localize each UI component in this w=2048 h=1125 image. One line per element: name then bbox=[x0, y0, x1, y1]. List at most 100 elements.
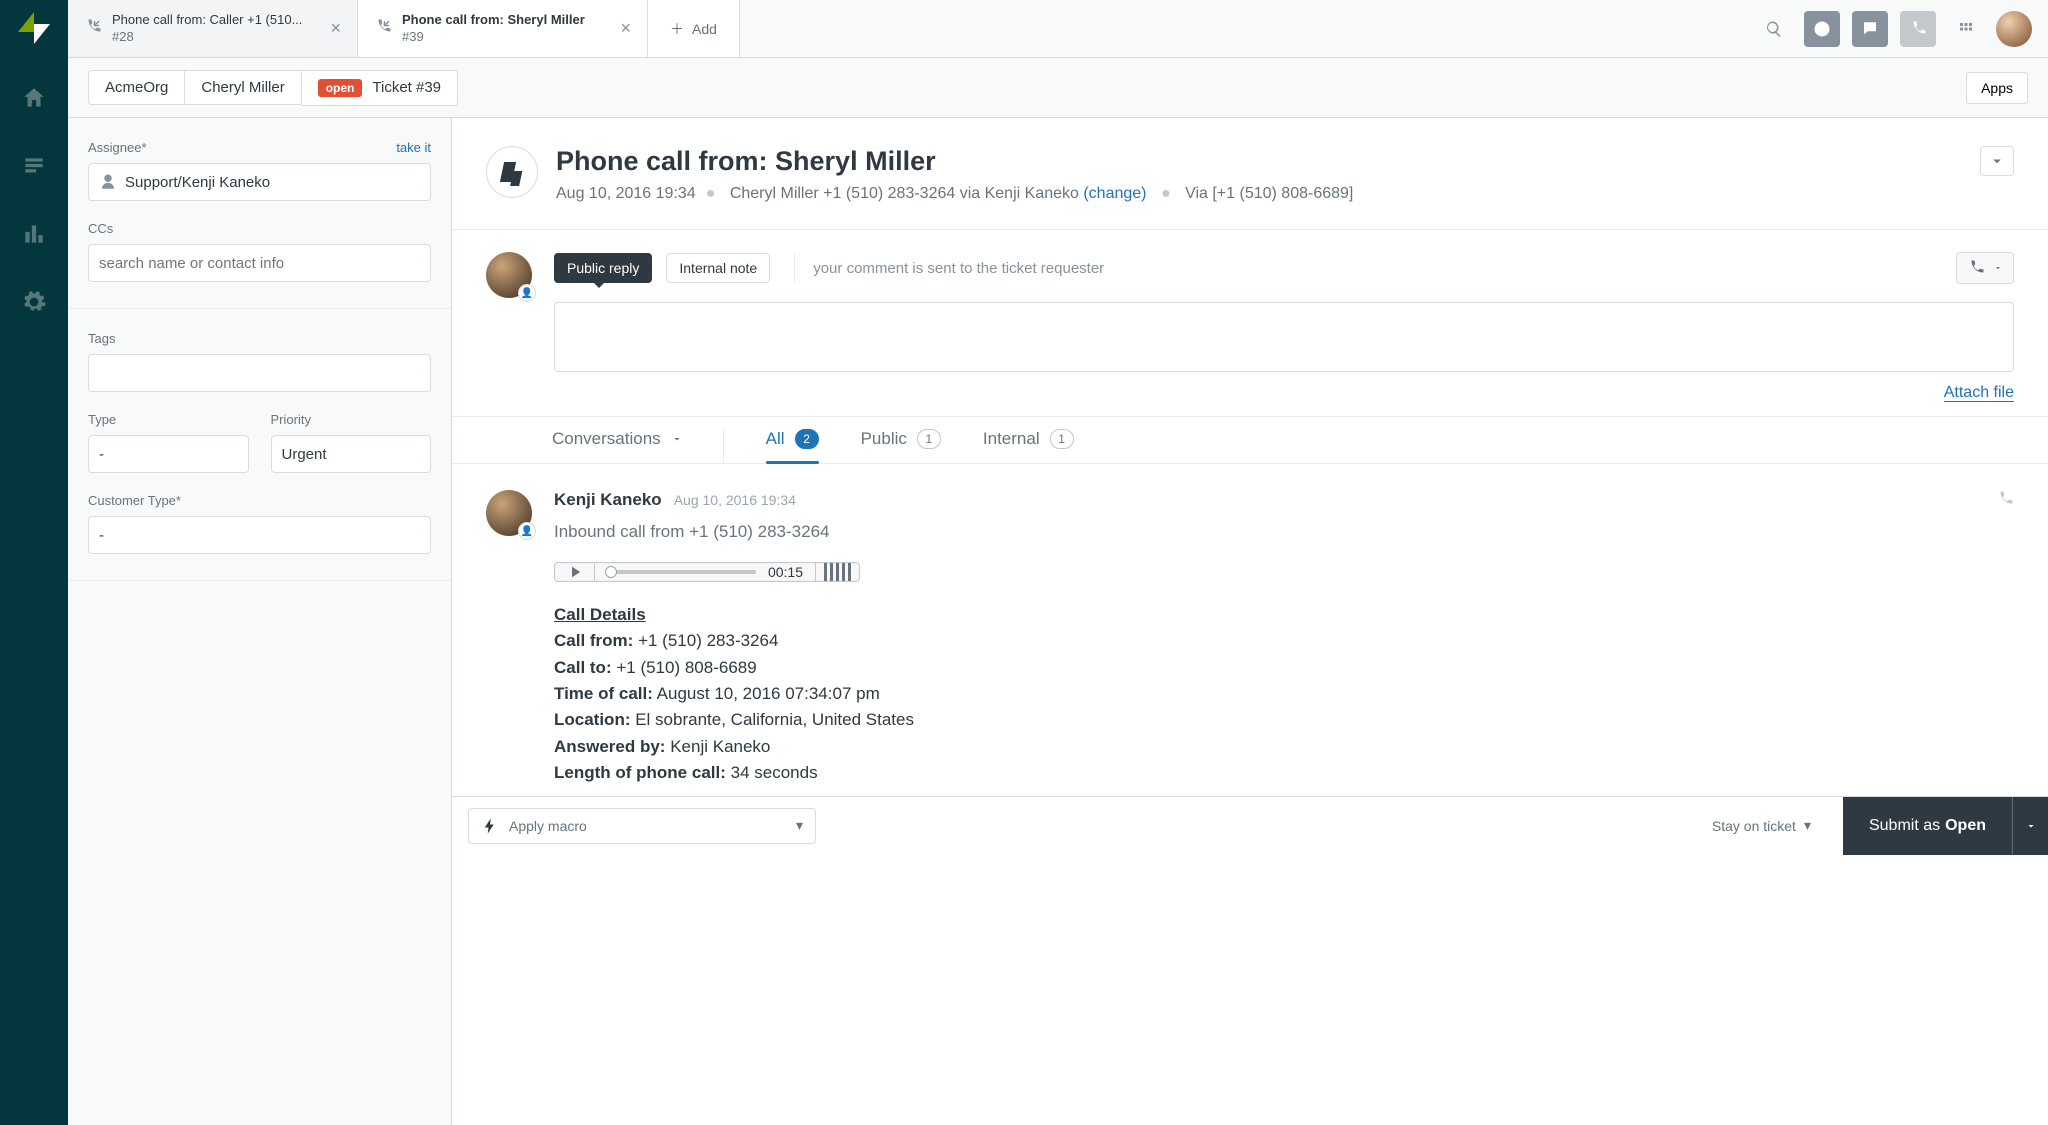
apply-macro-button[interactable]: Apply macro ▾ bbox=[468, 808, 816, 844]
plus-icon: ＋ bbox=[670, 19, 684, 39]
status-badge: open bbox=[318, 79, 363, 97]
bar-chart-icon bbox=[21, 221, 47, 247]
take-it-link[interactable]: take it bbox=[396, 140, 431, 155]
compose-area: 👤 Public reply Internal note your commen… bbox=[452, 230, 2048, 417]
chevron-down-icon bbox=[1988, 152, 2006, 170]
count-badge: 2 bbox=[795, 429, 819, 449]
list-icon bbox=[21, 153, 47, 179]
assignee-field[interactable]: Support/Kenji Kaneko bbox=[88, 163, 431, 201]
breadcrumb: AcmeOrg Cheryl Miller open Ticket #39 bbox=[88, 70, 458, 106]
add-tab-label: Add bbox=[692, 21, 717, 37]
close-icon[interactable]: × bbox=[330, 18, 341, 39]
gear-icon bbox=[21, 289, 47, 315]
submit-button[interactable]: Submit as Open bbox=[1843, 797, 2048, 855]
close-icon[interactable]: × bbox=[620, 18, 631, 39]
compose-hint: your comment is sent to the ticket reque… bbox=[794, 253, 1104, 283]
phone-button bbox=[1900, 11, 1936, 47]
public-reply-tab[interactable]: Public reply bbox=[554, 253, 652, 283]
tags-label: Tags bbox=[88, 331, 115, 346]
stay-on-ticket-button[interactable]: Stay on ticket ▾ bbox=[1712, 817, 1825, 834]
volume-button[interactable] bbox=[815, 563, 859, 581]
incoming-call-icon bbox=[374, 18, 392, 39]
brand-logo bbox=[18, 12, 50, 44]
filter-internal[interactable]: Internal 1 bbox=[983, 429, 1074, 463]
crumb-org[interactable]: AcmeOrg bbox=[88, 70, 185, 105]
crumb-customer[interactable]: Cheryl Miller bbox=[185, 70, 301, 105]
clock-icon bbox=[1813, 20, 1831, 38]
internal-note-tab[interactable]: Internal note bbox=[666, 253, 770, 283]
home-icon bbox=[21, 85, 47, 111]
ticket-options-button[interactable] bbox=[1980, 146, 2014, 176]
tab-text: Phone call from: Caller +1 (510... #28 bbox=[112, 12, 320, 45]
conversation-entry: 👤 Kenji Kaneko Aug 10, 2016 19:34 Inboun… bbox=[486, 490, 2014, 786]
phone-icon bbox=[1967, 259, 1985, 277]
grid-icon bbox=[1957, 20, 1975, 38]
type-label: Type bbox=[88, 412, 116, 427]
ccs-input[interactable] bbox=[99, 245, 420, 281]
add-tab[interactable]: ＋ Add bbox=[648, 0, 740, 57]
nav-rail bbox=[0, 0, 68, 1125]
nav-views[interactable] bbox=[14, 146, 54, 186]
conversations-dropdown[interactable]: Conversations bbox=[552, 429, 724, 463]
audio-duration: 00:15 bbox=[768, 564, 803, 580]
ticket-header: Phone call from: Sheryl Miller Aug 10, 2… bbox=[452, 118, 2048, 230]
call-details: Call Details Call from: +1 (510) 283-326… bbox=[554, 602, 1964, 786]
search-button[interactable] bbox=[1756, 11, 1792, 47]
entry-author: Kenji Kaneko bbox=[554, 490, 662, 510]
play-button[interactable] bbox=[555, 563, 595, 581]
author-avatar: 👤 bbox=[486, 490, 532, 536]
top-tabbar: Phone call from: Caller +1 (510... #28 ×… bbox=[68, 0, 2048, 58]
ccs-field[interactable] bbox=[88, 244, 431, 282]
conversation-filters: Conversations All 2 Public 1 Internal 1 bbox=[452, 417, 2048, 464]
crumb-ticket[interactable]: open Ticket #39 bbox=[302, 70, 458, 106]
tab-ticket-39[interactable]: Phone call from: Sheryl Miller #39 × bbox=[358, 0, 648, 57]
ticket-footer: Apply macro ▾ Stay on ticket ▾ Submit as… bbox=[452, 796, 2048, 854]
submit-status-dropdown[interactable] bbox=[2012, 797, 2048, 855]
nav-admin[interactable] bbox=[14, 282, 54, 322]
filter-all[interactable]: All 2 bbox=[766, 429, 819, 463]
chevron-down-icon: ▾ bbox=[1804, 817, 1811, 834]
call-action-button[interactable] bbox=[1956, 252, 2014, 284]
customer-type-field[interactable]: - bbox=[88, 516, 431, 554]
crumb-ticket-label: Ticket #39 bbox=[372, 79, 441, 96]
assignee-value: Support/Kenji Kaneko bbox=[125, 174, 270, 191]
lightning-icon bbox=[481, 817, 499, 835]
priority-label: Priority bbox=[271, 412, 311, 427]
ccs-label: CCs bbox=[88, 221, 113, 236]
caret-down-icon bbox=[1993, 263, 2003, 273]
assignee-label: Assignee* bbox=[88, 140, 147, 155]
tab-text: Phone call from: Sheryl Miller #39 bbox=[402, 12, 610, 45]
customer-type-label: Customer Type* bbox=[88, 493, 181, 508]
ticket-panel: Phone call from: Sheryl Miller Aug 10, 2… bbox=[452, 118, 2048, 1125]
person-icon: 👤 bbox=[518, 522, 536, 540]
phone-icon bbox=[1909, 20, 1927, 38]
channel-phone-icon bbox=[1986, 490, 2014, 511]
conversation-thread: 👤 Kenji Kaneko Aug 10, 2016 19:34 Inboun… bbox=[452, 464, 2048, 796]
priority-field[interactable]: Urgent bbox=[271, 435, 432, 473]
attach-file-link[interactable]: Attach file bbox=[1944, 384, 2014, 402]
top-actions bbox=[1756, 0, 2048, 57]
apps-grid-button[interactable] bbox=[1948, 11, 1984, 47]
tab-ticket-28[interactable]: Phone call from: Caller +1 (510... #28 × bbox=[68, 0, 358, 57]
call-details-title: Call Details bbox=[554, 602, 1964, 628]
apps-panel-button[interactable]: Apps bbox=[1966, 72, 2028, 104]
nav-reports[interactable] bbox=[14, 214, 54, 254]
tags-field[interactable] bbox=[88, 354, 431, 392]
ticket-title: Phone call from: Sheryl Miller bbox=[556, 146, 1353, 177]
chat-button[interactable] bbox=[1852, 11, 1888, 47]
change-requester-link[interactable]: (change) bbox=[1083, 185, 1146, 202]
nav-home[interactable] bbox=[14, 78, 54, 118]
audio-track[interactable]: 00:15 bbox=[595, 563, 815, 581]
chat-x-icon bbox=[1861, 20, 1879, 38]
filter-public[interactable]: Public 1 bbox=[861, 429, 941, 463]
count-badge: 1 bbox=[917, 429, 941, 449]
recent-button[interactable] bbox=[1804, 11, 1840, 47]
comment-input[interactable] bbox=[554, 302, 2014, 372]
type-field[interactable]: - bbox=[88, 435, 249, 473]
breadcrumb-bar: AcmeOrg Cheryl Miller open Ticket #39 Ap… bbox=[68, 58, 2048, 118]
chevron-down-icon: ▾ bbox=[796, 817, 803, 834]
seek-handle[interactable] bbox=[605, 566, 617, 578]
user-avatar[interactable] bbox=[1996, 11, 2032, 47]
search-icon bbox=[1765, 20, 1783, 38]
channel-icon bbox=[486, 146, 538, 198]
